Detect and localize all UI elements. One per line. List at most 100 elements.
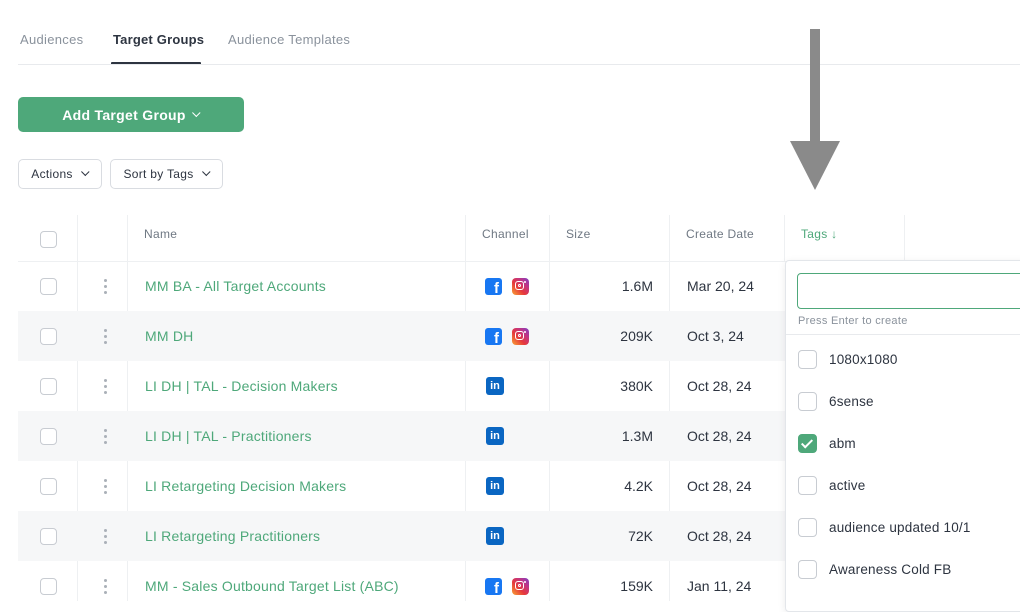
- column-divider: [904, 215, 905, 261]
- size-cell: 159K: [620, 578, 653, 594]
- size-cell: 4.2K: [624, 478, 653, 494]
- row-select-cell: [40, 311, 57, 361]
- tag-option[interactable]: audience updated 10/1: [798, 518, 971, 537]
- channel-cell: in: [486, 361, 504, 411]
- actions-dropdown[interactable]: Actions: [18, 159, 102, 189]
- row-checkbox[interactable]: [40, 277, 57, 295]
- tab-bar: Audiences Target Groups Audience Templat…: [0, 0, 1020, 65]
- add-target-group-label: Add Target Group: [62, 106, 186, 123]
- row-menu-cell: [102, 511, 108, 561]
- row-checkbox[interactable]: [40, 577, 57, 595]
- tab-audiences[interactable]: Audiences: [20, 32, 83, 47]
- target-group-name-link[interactable]: MM DH: [145, 311, 193, 361]
- target-group-name-link[interactable]: MM BA - All Target Accounts: [145, 261, 326, 311]
- create-date-cell: Oct 28, 24: [687, 378, 752, 394]
- row-checkbox[interactable]: [40, 427, 57, 445]
- tag-option[interactable]: 6sense: [798, 392, 874, 411]
- row-select-cell: [40, 361, 57, 411]
- sort-label: Sort by Tags: [123, 167, 194, 181]
- more-vertical-icon[interactable]: [103, 478, 107, 494]
- row-menu-cell: [102, 311, 108, 361]
- tag-option-label: abm: [829, 436, 856, 451]
- create-date-cell: Oct 28, 24: [687, 478, 752, 494]
- sort-dropdown[interactable]: Sort by Tags: [110, 159, 223, 189]
- row-checkbox[interactable]: [40, 527, 57, 545]
- tag-option[interactable]: abm: [798, 434, 856, 453]
- tag-input-hint: Press Enter to create: [798, 315, 908, 327]
- tab-target-groups[interactable]: Target Groups: [113, 32, 204, 47]
- actions-label: Actions: [31, 167, 73, 181]
- tab-audience-templates[interactable]: Audience Templates: [228, 32, 350, 47]
- facebook-icon: f: [485, 577, 502, 596]
- tag-checkbox[interactable]: [798, 560, 817, 579]
- size-cell: 1.3M: [621, 428, 653, 444]
- create-date-cell: Mar 20, 24: [687, 278, 754, 294]
- tag-option-label: Awareness Cold FB: [829, 562, 952, 577]
- tag-checkbox[interactable]: [798, 476, 817, 495]
- facebook-icon: f: [485, 327, 502, 346]
- tag-option-label: audience updated 10/1: [829, 520, 971, 535]
- column-name-label: Name: [144, 227, 178, 241]
- instagram-icon: [512, 577, 529, 595]
- select-all-cell: [40, 215, 57, 261]
- column-tags-label: Tags ↓: [801, 227, 838, 241]
- facebook-icon: f: [485, 277, 502, 296]
- target-group-name-link[interactable]: LI Retargeting Decision Makers: [145, 461, 346, 511]
- annotation-arrow-head: [790, 141, 840, 190]
- column-header-name[interactable]: Name: [144, 215, 177, 261]
- row-select-cell: [40, 411, 57, 461]
- tab-divider: [18, 64, 1020, 65]
- column-channel-label: Channel: [482, 227, 529, 241]
- more-vertical-icon[interactable]: [103, 428, 107, 444]
- tag-option[interactable]: Awareness Cold FB: [798, 560, 951, 579]
- row-menu-cell: [102, 461, 108, 511]
- add-target-group-button[interactable]: Add Target Group: [18, 97, 244, 132]
- tag-checkbox[interactable]: [798, 392, 817, 411]
- tag-search-input[interactable]: [797, 273, 1020, 309]
- chevron-down-icon: [191, 108, 201, 117]
- channel-cell: f: [485, 561, 529, 611]
- more-vertical-icon[interactable]: [103, 528, 107, 544]
- size-cell: 209K: [620, 328, 653, 344]
- instagram-icon: [512, 327, 529, 345]
- row-select-cell: [40, 511, 57, 561]
- more-vertical-icon[interactable]: [103, 378, 107, 394]
- tag-checkbox[interactable]: [798, 350, 817, 369]
- row-menu-cell: [102, 561, 108, 611]
- channel-cell: in: [486, 461, 504, 511]
- select-all-checkbox[interactable]: [40, 230, 57, 248]
- column-divider: [784, 215, 785, 261]
- create-date-cell: Jan 11, 24: [687, 578, 752, 594]
- tag-checkbox[interactable]: [798, 518, 817, 537]
- target-group-name-link[interactable]: LI DH | TAL - Decision Makers: [145, 361, 338, 411]
- target-group-name-link[interactable]: MM - Sales Outbound Target List (ABC): [145, 561, 399, 611]
- tag-option[interactable]: 1080x1080: [798, 350, 898, 369]
- tag-option[interactable]: active: [798, 476, 865, 495]
- row-menu-cell: [102, 411, 108, 461]
- row-menu-cell: [102, 361, 108, 411]
- tag-checkbox-checked[interactable]: [798, 434, 817, 453]
- column-header-channel[interactable]: Channel: [482, 215, 529, 261]
- tag-option-label: active: [829, 478, 866, 493]
- column-create-date-label: Create Date: [686, 227, 754, 241]
- more-vertical-icon[interactable]: [103, 578, 107, 594]
- target-group-name-link[interactable]: LI DH | TAL - Practitioners: [145, 411, 312, 461]
- chevron-down-icon: [201, 167, 211, 177]
- column-header-create-date[interactable]: Create Date: [686, 215, 754, 261]
- linkedin-icon: in: [486, 477, 504, 495]
- linkedin-icon: in: [486, 427, 504, 445]
- size-cell: 72K: [628, 528, 653, 544]
- column-header-tags[interactable]: Tags ↓: [801, 215, 837, 261]
- column-header-size[interactable]: Size: [566, 215, 591, 261]
- tag-option-label: 6sense: [829, 394, 874, 409]
- row-checkbox[interactable]: [40, 477, 57, 495]
- target-group-name-link[interactable]: LI Retargeting Practitioners: [145, 511, 320, 561]
- linkedin-icon: in: [486, 527, 504, 545]
- row-select-cell: [40, 561, 57, 611]
- row-checkbox[interactable]: [40, 327, 57, 345]
- channel-cell: in: [486, 411, 504, 461]
- channel-cell: f: [485, 261, 529, 311]
- row-checkbox[interactable]: [40, 377, 57, 395]
- more-vertical-icon[interactable]: [103, 278, 107, 294]
- more-vertical-icon[interactable]: [103, 328, 107, 344]
